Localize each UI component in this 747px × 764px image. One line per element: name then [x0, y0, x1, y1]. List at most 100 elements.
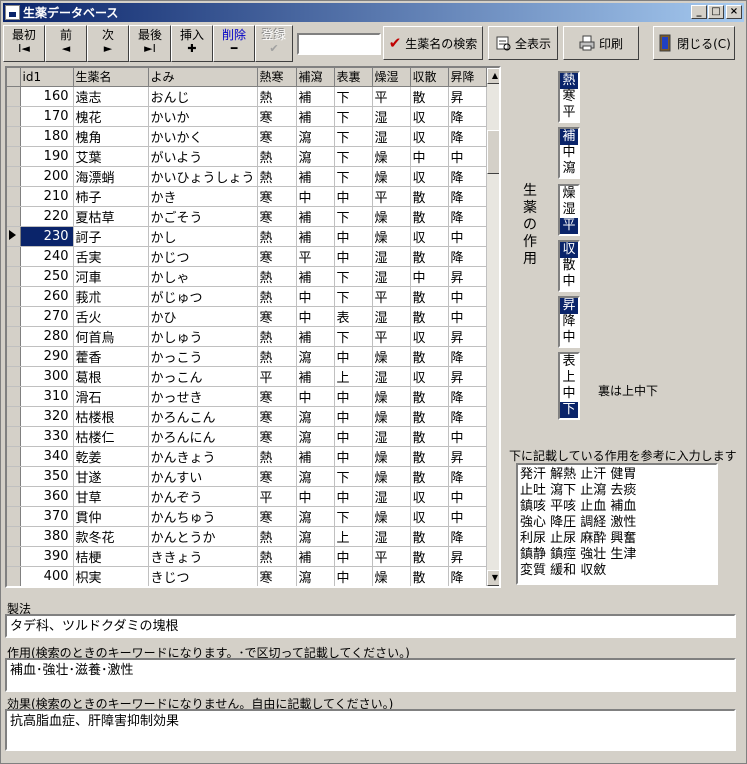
table-cell[interactable]: 表	[334, 306, 373, 327]
table-cell[interactable]: 瀉	[296, 426, 335, 447]
table-cell[interactable]: 収	[410, 366, 449, 387]
table-cell[interactable]: 散	[410, 426, 449, 447]
table-cell[interactable]: 散	[410, 546, 449, 567]
records-grid[interactable]: id1 生薬名 よみ 熱寒 補瀉 表裏 燥湿 収散 昇降 160 遠志 おんじ熱補下平散昇 170 槐花…	[5, 66, 501, 588]
table-cell[interactable]: 下	[334, 166, 373, 187]
row-selector[interactable]	[7, 166, 21, 187]
effect-option[interactable]: 表	[560, 354, 578, 370]
table-cell[interactable]: 散	[410, 466, 449, 487]
table-cell[interactable]: 枯楼根	[73, 406, 149, 427]
table-cell[interactable]: 220	[20, 206, 74, 227]
table-cell[interactable]: 降	[448, 346, 487, 367]
table-cell[interactable]: 湿	[372, 426, 411, 447]
table-cell[interactable]: 中	[334, 446, 373, 467]
row-selector[interactable]	[7, 306, 21, 327]
table-cell[interactable]: 収	[410, 326, 449, 347]
table-cell[interactable]: 上	[334, 366, 373, 387]
table-cell[interactable]: 収	[410, 166, 449, 187]
table-cell[interactable]: 寒	[257, 466, 297, 487]
table-cell[interactable]: 230	[20, 226, 74, 247]
table-cell[interactable]: 海漂蛸	[73, 166, 149, 187]
table-cell[interactable]: 甘遂	[73, 466, 149, 487]
table-cell[interactable]: 熱	[257, 286, 297, 307]
effect-list[interactable]: 昇降中	[558, 296, 580, 348]
table-cell[interactable]: 180	[20, 126, 74, 147]
table-cell[interactable]: 熱	[257, 166, 297, 187]
table-cell[interactable]: 河車	[73, 266, 149, 287]
table-cell[interactable]: 瀉	[296, 506, 335, 527]
column-header[interactable]: 昇降	[448, 68, 487, 87]
table-cell[interactable]: 中	[410, 266, 449, 287]
table-cell[interactable]: かっせき	[148, 386, 258, 407]
effect-option[interactable]: 収	[560, 242, 578, 258]
table-cell[interactable]: 散	[410, 186, 449, 207]
table-cell[interactable]: 湿	[372, 126, 411, 147]
table-cell[interactable]: 280	[20, 326, 74, 347]
table-cell[interactable]: 熱	[257, 226, 297, 247]
table-cell[interactable]: 燥	[372, 346, 411, 367]
table-cell[interactable]: 燥	[372, 226, 411, 247]
table-cell[interactable]: かいかく	[148, 126, 258, 147]
effect-option[interactable]: 上	[560, 370, 578, 386]
column-header[interactable]: 熱寒	[257, 68, 297, 87]
table-cell[interactable]: ききょう	[148, 546, 258, 567]
table-cell[interactable]: 下	[334, 506, 373, 527]
effect-list[interactable]: 補中瀉	[558, 127, 580, 179]
table-cell[interactable]: 平	[372, 86, 411, 107]
table-cell[interactable]: 補	[296, 546, 335, 567]
table-cell[interactable]: 燥	[372, 466, 411, 487]
effect-option[interactable]: 湿	[560, 202, 578, 218]
table-cell[interactable]: かろんにん	[148, 426, 258, 447]
effect-option[interactable]: 瀉	[560, 161, 578, 177]
table-cell[interactable]: 平	[257, 366, 297, 387]
table-cell[interactable]: 中	[334, 566, 373, 586]
column-header[interactable]: 燥湿	[372, 68, 411, 87]
table-row[interactable]: 160 遠志 おんじ熱補下平散昇	[7, 86, 487, 107]
table-cell[interactable]: かんぞう	[148, 486, 258, 507]
row-selector[interactable]	[7, 486, 21, 507]
effect-option[interactable]: 寒	[560, 89, 578, 105]
table-cell[interactable]: 湿	[372, 366, 411, 387]
table-cell[interactable]: 瀉	[296, 406, 335, 427]
maximize-button[interactable]: □	[708, 5, 724, 19]
table-cell[interactable]: 降	[448, 186, 487, 207]
table-cell[interactable]: 補	[296, 106, 335, 127]
effect-option[interactable]: 中	[560, 145, 578, 161]
column-header[interactable]: 収散	[410, 68, 449, 87]
table-cell[interactable]: 補	[296, 86, 335, 107]
table-cell[interactable]: 寒	[257, 566, 297, 586]
table-cell[interactable]: かろんこん	[148, 406, 258, 427]
effect-option[interactable]: 中	[560, 274, 578, 290]
table-cell[interactable]: 散	[410, 306, 449, 327]
table-cell[interactable]: がじゅつ	[148, 286, 258, 307]
table-cell[interactable]: 湿	[372, 526, 411, 547]
table-cell[interactable]: 中	[296, 306, 335, 327]
table-row[interactable]: 400 枳実 きじつ寒瀉中燥散降	[7, 566, 487, 586]
search-input[interactable]	[297, 33, 381, 55]
table-row[interactable]: 320 枯楼根 かろんこん寒瀉中燥散降	[7, 406, 487, 427]
effect-option[interactable]: 降	[560, 314, 578, 330]
table-row[interactable]: 280 何首烏 かしゅう熱補下平収昇	[7, 326, 487, 347]
table-cell[interactable]: おんじ	[148, 86, 258, 107]
table-cell[interactable]: 収	[410, 106, 449, 127]
table-cell[interactable]: 250	[20, 266, 74, 287]
table-cell[interactable]: 瀉	[296, 146, 335, 167]
table-cell[interactable]: 降	[448, 166, 487, 187]
row-selector[interactable]	[7, 406, 21, 427]
search-name-button[interactable]: ✔ 生薬名の検索	[383, 26, 483, 60]
table-cell[interactable]: かき	[148, 186, 258, 207]
scroll-up-icon[interactable]: ▲	[487, 68, 499, 84]
table-cell[interactable]: 散	[410, 566, 449, 586]
table-cell[interactable]: 散	[410, 406, 449, 427]
table-cell[interactable]: 枯楼仁	[73, 426, 149, 447]
row-selector[interactable]	[7, 506, 21, 527]
table-row[interactable]: 380 款冬花 かんとうか熱瀉上湿散降	[7, 526, 487, 547]
table-cell[interactable]: 乾姜	[73, 446, 149, 467]
table-cell[interactable]: 中	[334, 386, 373, 407]
table-cell[interactable]: 中	[448, 486, 487, 507]
table-cell[interactable]: 枳実	[73, 566, 149, 586]
table-cell[interactable]: きじつ	[148, 566, 258, 586]
table-cell[interactable]: 寒	[257, 126, 297, 147]
table-cell[interactable]: 湿	[372, 486, 411, 507]
table-cell[interactable]: 290	[20, 346, 74, 367]
